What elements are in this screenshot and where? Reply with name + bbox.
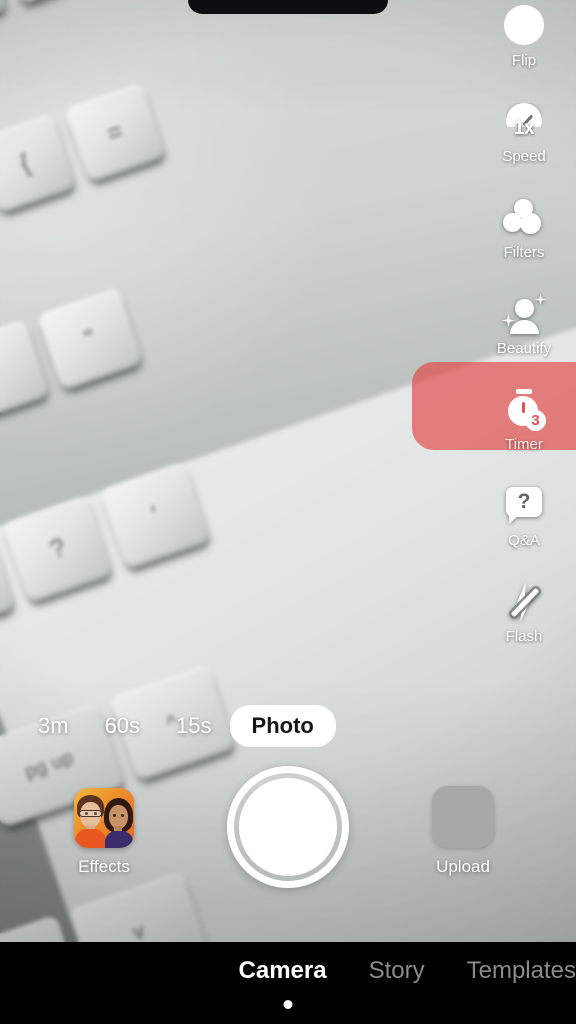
tool-label: Q&A (508, 532, 540, 549)
filters-icon (501, 195, 547, 241)
nav-tab-templates[interactable]: Templates (467, 957, 576, 985)
camera-tool-rail: Flip 1x Speed Filters Beautify 3 Timer ?… (412, 0, 576, 646)
tool-timer[interactable]: 3 Timer (412, 358, 576, 454)
speed-value: 1x (513, 118, 535, 139)
capture-bar: Effects Upload (0, 760, 576, 920)
mode-option-60s[interactable]: 60s (87, 706, 158, 746)
tool-qa[interactable]: ? Q&A (472, 454, 576, 550)
tool-label: Speed (502, 148, 546, 165)
tool-beautify[interactable]: Beautify (472, 262, 576, 358)
upload-label: Upload (436, 857, 490, 876)
upload-thumbnail-icon (432, 786, 494, 848)
device-notch (188, 0, 388, 14)
nav-tab-story[interactable]: Story (369, 957, 425, 985)
tool-flash[interactable]: Flash (472, 550, 576, 646)
tool-speed[interactable]: 1x Speed (472, 70, 576, 166)
beautify-icon (501, 291, 547, 337)
active-tab-indicator-dot (283, 1000, 293, 1009)
tool-label: Flash (505, 628, 543, 645)
capture-mode-selector: 3m 60s 15s Photo (0, 705, 576, 747)
camera-screen: S 8 9 0 fn in I O P { = K L : " (0, 0, 576, 1024)
mode-option-3m[interactable]: 3m (20, 706, 87, 746)
mode-option-15s[interactable]: 15s (158, 706, 229, 746)
tool-label: Flip (511, 52, 537, 69)
effects-button[interactable]: Effects (66, 788, 142, 877)
bottom-navigation: Camera Story Templates (0, 942, 576, 1024)
nav-tab-camera[interactable]: Camera (239, 957, 327, 985)
shutter-button[interactable] (227, 766, 349, 888)
speed-gauge-icon: 1x (501, 99, 547, 145)
timer-value: 3 (525, 410, 546, 431)
stopwatch-icon: 3 (501, 387, 547, 433)
nav-tab-list: Camera Story Templates (0, 942, 576, 1000)
tool-label: Timer (505, 436, 543, 453)
tool-flip[interactable]: Flip (472, 0, 576, 70)
upload-button[interactable]: Upload (420, 786, 506, 877)
camera-flip-icon (501, 3, 547, 49)
tool-label: Filters (503, 244, 545, 261)
effects-thumbnail-icon (74, 788, 134, 848)
effects-label: Effects (78, 857, 130, 876)
mode-option-photo[interactable]: Photo (229, 705, 336, 747)
tool-label: Beautify (496, 340, 552, 357)
timer-highlight-overlay (412, 362, 576, 450)
tool-filters[interactable]: Filters (472, 166, 576, 262)
flash-off-icon (501, 579, 547, 625)
shutter-inner-circle (239, 778, 337, 876)
question-bubble-icon: ? (501, 483, 547, 529)
